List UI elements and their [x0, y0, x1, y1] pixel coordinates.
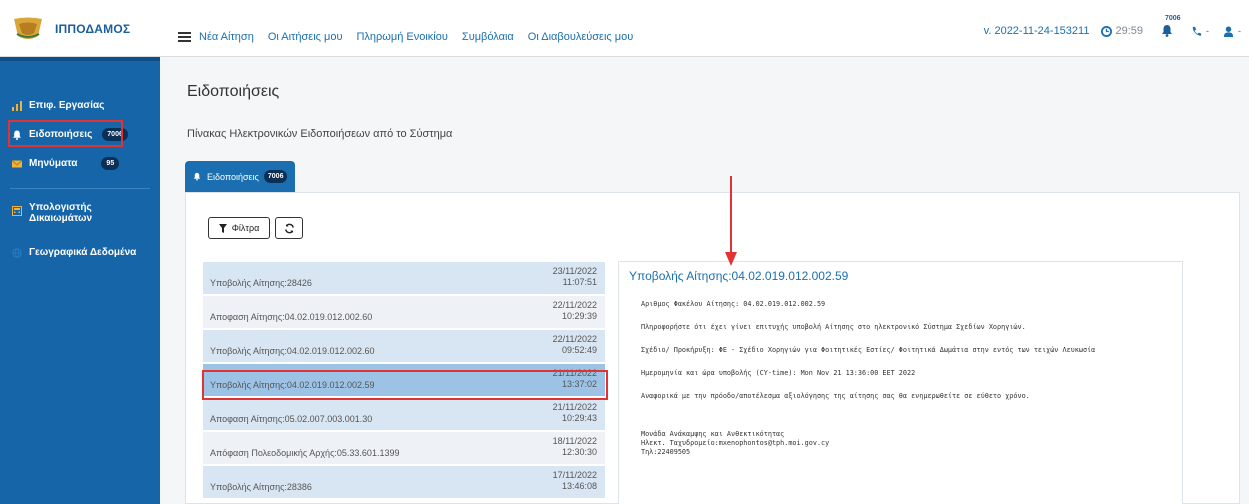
notifications-menu[interactable]: 7006 — [1161, 15, 1181, 38]
page-subtitle: Πίνακας Ηλεκτρονικών Ειδοποιήσεων από το… — [187, 128, 453, 140]
refresh-button[interactable] — [275, 217, 303, 239]
detail-line: Ηλεκτ. Ταχυδρομείο:mxenophontos@tph.moi.… — [641, 439, 830, 447]
bell-icon — [193, 172, 201, 181]
sidebar-item-messages[interactable]: Μηνύματα 95 — [12, 157, 120, 170]
user-icon — [1223, 25, 1234, 37]
nav-rent-payment[interactable]: Πληρωμή Ενοικίου — [356, 31, 447, 43]
brand-name: ΙΠΠΟΔΑΜΟΣ — [55, 22, 131, 36]
detail-line: Τηλ:22409505 — [641, 448, 691, 456]
envelope-icon — [12, 159, 22, 167]
messages-count-badge: 95 — [101, 157, 120, 170]
list-item[interactable]: Υποβολής Αίτησης:28386 17/11/2022 13:46:0… — [203, 466, 605, 499]
refresh-icon — [284, 223, 294, 233]
sidebar-item-label: Γεωγραφικά Δεδομένα — [29, 247, 137, 258]
sidebar-item-label: Επιφ. Εργασίας — [29, 100, 105, 111]
globe-icon — [12, 247, 22, 258]
red-arrow-annotation — [725, 176, 737, 266]
tab-count-badge: 7006 — [263, 170, 288, 183]
top-right: v. 2022-11-24-153211 29:59 7006 - - — [983, 15, 1241, 38]
filter-label: Φίλτρα — [231, 223, 260, 233]
top-nav: Νέα Αίτηση Οι Αιτήσεις μου Πληρωμή Ενοικ… — [178, 31, 647, 43]
filter-icon — [218, 223, 227, 233]
calculator-icon — [12, 206, 22, 216]
user-menu[interactable]: - — [1223, 25, 1241, 37]
timer-value: 29:59 — [1115, 25, 1143, 37]
logo-icon — [14, 17, 42, 39]
sidebar-item-calculator[interactable]: Υπολογιστής Δικαιωμάτων — [12, 202, 109, 224]
sidebar-highlight-box — [8, 120, 123, 147]
list-item[interactable]: Αποφαση Αίτησης:04.02.019.012.002.60 22/… — [203, 296, 605, 329]
list-icon — [178, 32, 191, 42]
brand[interactable]: ΙΠΠΟΔΑΜΟΣ — [11, 16, 130, 42]
notification-detail: Υποβολής Αίτησης:04.02.019.012.002.59 Αρ… — [618, 261, 1183, 504]
sidebar-item-label: Μηνύματα — [29, 158, 78, 169]
session-timer: 29:59 — [1101, 25, 1143, 37]
tab-label: Ειδοποιήσεις — [207, 171, 259, 182]
detail-line: Ημερομηνία και ώρα υποβολής (CY-time): M… — [641, 369, 916, 377]
list-item[interactable]: Υποβολής Αίτησης:28426 23/11/2022 11:07:5… — [203, 262, 605, 295]
notifications-panel: Φίλτρα Υποβολής Αίτησης:28426 23/11/2022… — [185, 192, 1240, 504]
main-content: Ειδοποιήσεις Πίνακας Ηλεκτρονικών Ειδοπο… — [160, 57, 1249, 504]
sidebar-item-label: Υπολογιστής Δικαιωμάτων — [29, 202, 93, 224]
clock-icon — [1101, 25, 1113, 37]
detail-line: Σχέδιο/ Προκήρυξη: ΦΕ - Σχέδιο Χορηγιών … — [641, 346, 1096, 354]
detail-line: Αναφορικά με την πρόοδο/αποτέλεσμα αξιολ… — [641, 392, 1030, 400]
list-item[interactable]: Υποβολής Αίτησης:04.02.019.012.002.60 22… — [203, 330, 605, 363]
list-item[interactable]: Αποφαση Αίτησης:05.02.007.003.001.30 21/… — [203, 398, 605, 431]
detail-title: Υποβολής Αίτησης:04.02.019.012.002.59 — [629, 269, 849, 283]
sidebar-item-geodata[interactable]: Γεωγραφικά Δεδομένα — [12, 247, 136, 258]
nav-contracts[interactable]: Συμβόλαια — [462, 31, 514, 43]
nav-my-consultations[interactable]: Οι Διαβουλεύσεις μου — [528, 31, 633, 43]
detail-line: Αριθμος Φακέλου Αίτησης: 04.02.019.012.0… — [641, 300, 826, 308]
nav-new-application[interactable]: Νέα Αίτηση — [199, 31, 254, 43]
filter-button[interactable]: Φίλτρα — [208, 217, 270, 239]
tab-notifications[interactable]: Ειδοποιήσεις 7006 — [185, 161, 296, 192]
bell-count: 7006 — [1165, 15, 1181, 22]
list-item[interactable]: Απόφαση Πολεοδομικής Αρχής:05.33.601.139… — [203, 432, 605, 465]
sidebar-divider — [10, 188, 150, 189]
detail-line: Πληροφορήστε ότι έχει γίνει επιτυχής υπο… — [641, 323, 1026, 331]
sidebar-item-dashboard[interactable]: Επιφ. Εργασίας — [12, 100, 104, 111]
nav-my-applications[interactable]: Οι Αιτήσεις μου — [268, 31, 343, 43]
bar-chart-icon — [12, 100, 22, 111]
detail-line: Μονάδα Ανάκαμψης και Ανθεκτικότητας — [641, 430, 785, 438]
selected-row-highlight-box — [202, 370, 608, 400]
top-bar: ΙΠΠΟΔΑΜΟΣ Νέα Αίτηση Οι Αιτήσεις μου Πλη… — [0, 0, 1249, 57]
phone-menu[interactable]: - — [1191, 26, 1209, 37]
version-label: v. 2022-11-24-153211 — [983, 25, 1090, 37]
phone-icon — [1192, 26, 1202, 36]
bell-icon — [1162, 25, 1172, 37]
page-title: Ειδοποιήσεις — [187, 83, 280, 100]
